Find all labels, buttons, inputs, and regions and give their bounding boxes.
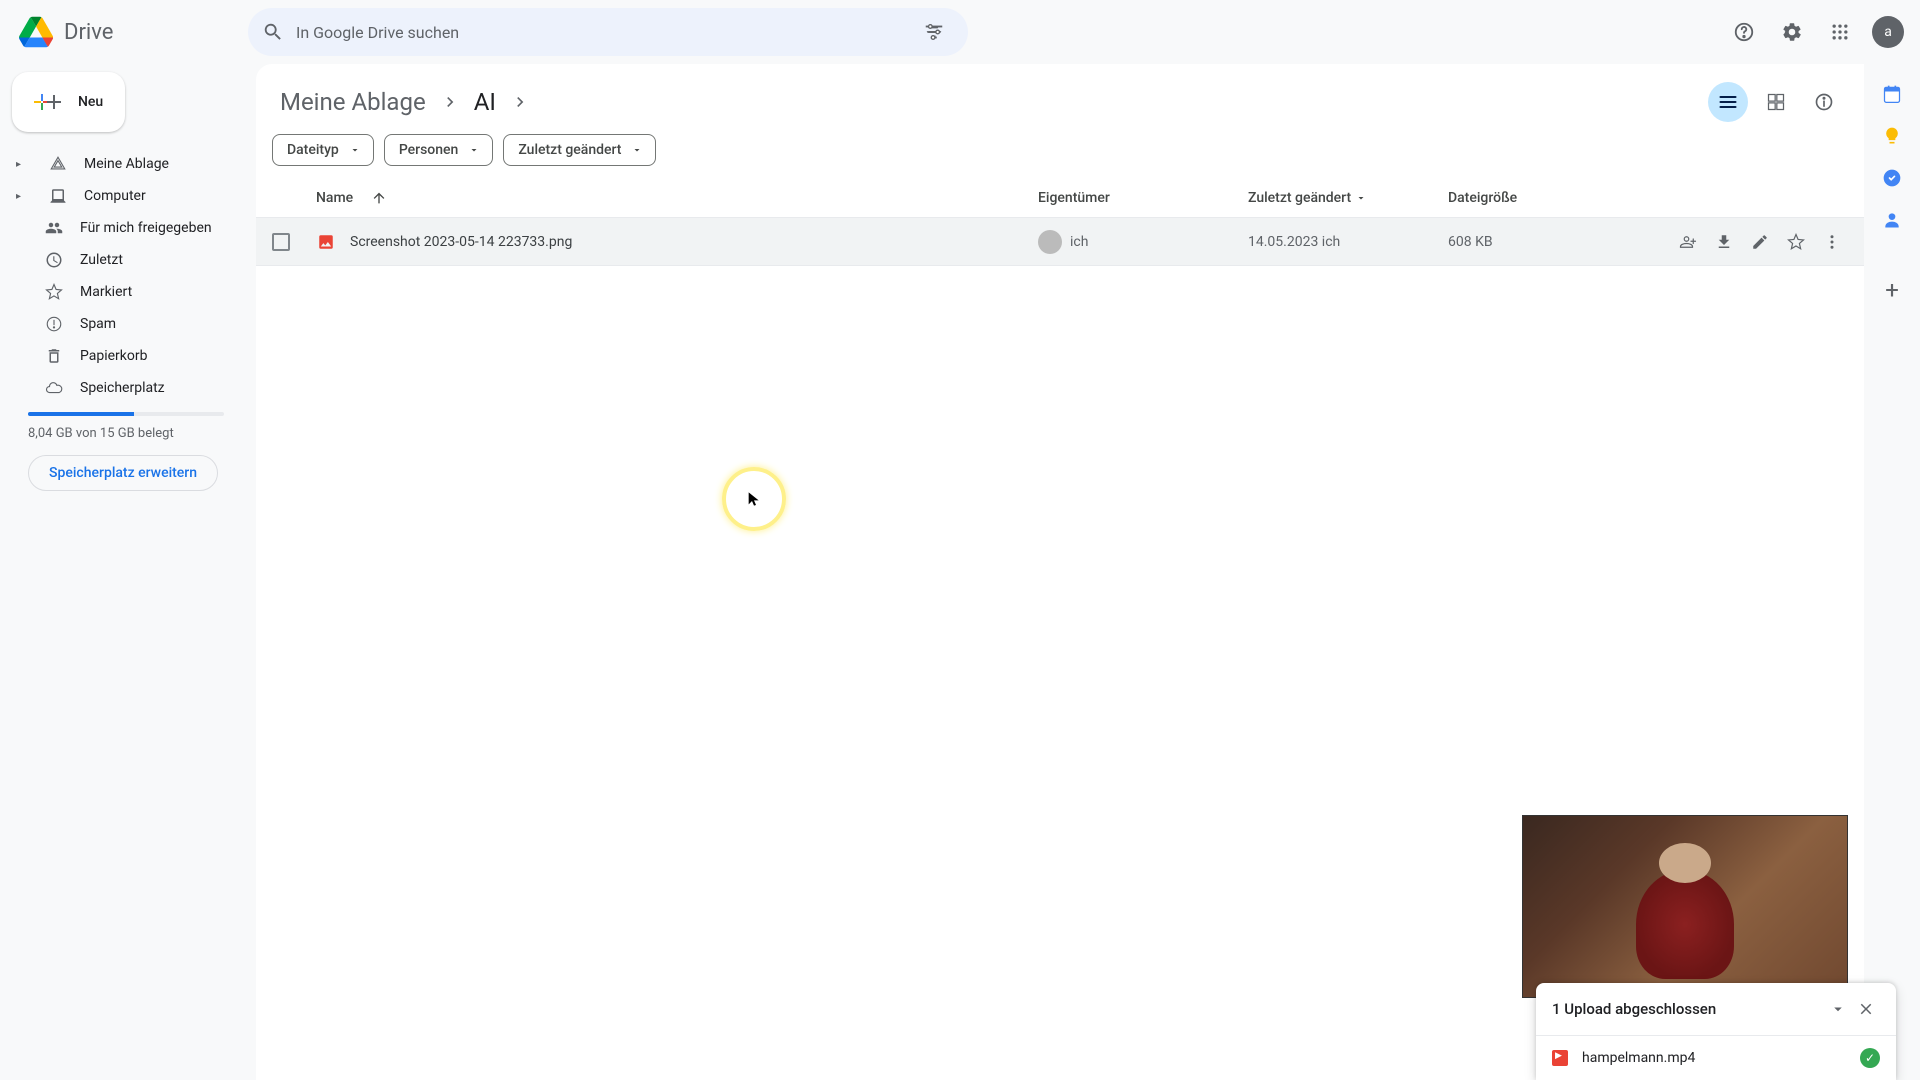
logo-area[interactable]: Drive bbox=[16, 12, 248, 52]
modified-date: 14.05.2023 ich bbox=[1248, 234, 1448, 250]
info-button[interactable] bbox=[1804, 82, 1844, 122]
keep-icon[interactable] bbox=[1882, 126, 1902, 146]
search-bar[interactable] bbox=[248, 8, 968, 56]
sidebar-item-my-drive[interactable]: ▸ Meine Ablage bbox=[12, 148, 240, 180]
upgrade-storage-button[interactable]: Speicherplatz erweitern bbox=[28, 455, 218, 491]
drive-folder-icon bbox=[48, 154, 68, 174]
grid-view-button[interactable] bbox=[1756, 82, 1796, 122]
side-panel: + bbox=[1864, 64, 1920, 1080]
search-icon bbox=[262, 21, 284, 43]
star-button[interactable] bbox=[1780, 226, 1812, 258]
sidebar-item-spam[interactable]: Spam bbox=[12, 308, 240, 340]
column-modified[interactable]: Zuletzt geändert bbox=[1248, 190, 1448, 206]
toast-title: 1 Upload abgeschlossen bbox=[1552, 1000, 1716, 1018]
header-actions: a bbox=[1724, 12, 1904, 52]
sidebar-item-label: Spam bbox=[80, 316, 116, 332]
storage-text: 8,04 GB von 15 GB belegt bbox=[28, 426, 224, 441]
toast-header: 1 Upload abgeschlossen bbox=[1536, 983, 1896, 1035]
filter-type[interactable]: Dateityp bbox=[272, 134, 374, 166]
view-controls bbox=[1708, 82, 1844, 122]
sidebar-item-label: Markiert bbox=[80, 284, 132, 300]
sidebar-item-label: Meine Ablage bbox=[84, 156, 169, 172]
owner-name: ich bbox=[1070, 234, 1088, 250]
add-addon-button[interactable]: + bbox=[1885, 276, 1899, 304]
drive-logo-icon bbox=[16, 12, 56, 52]
column-owner[interactable]: Eigentümer bbox=[1038, 190, 1248, 206]
sidebar-item-storage[interactable]: Speicherplatz bbox=[12, 372, 240, 404]
share-button[interactable] bbox=[1672, 226, 1704, 258]
spam-icon bbox=[44, 314, 64, 334]
app-name: Drive bbox=[64, 20, 113, 45]
sidebar-item-label: Computer bbox=[84, 188, 146, 204]
upload-file-row[interactable]: hampelmann.mp4 ✓ bbox=[1536, 1035, 1896, 1080]
download-button[interactable] bbox=[1708, 226, 1740, 258]
sidebar-item-label: Speicherplatz bbox=[80, 380, 165, 396]
settings-icon[interactable] bbox=[1772, 12, 1812, 52]
collapse-icon[interactable] bbox=[1824, 995, 1852, 1023]
help-icon[interactable] bbox=[1724, 12, 1764, 52]
shared-icon bbox=[44, 218, 64, 238]
computer-icon bbox=[48, 186, 68, 206]
sidebar-item-trash[interactable]: Papierkorb bbox=[12, 340, 240, 372]
clock-icon bbox=[44, 250, 64, 270]
upload-toast: 1 Upload abgeschlossen hampelmann.mp4 ✓ bbox=[1536, 983, 1896, 1080]
column-name[interactable]: Name bbox=[316, 190, 1038, 206]
sidebar-item-label: Für mich freigegeben bbox=[80, 220, 212, 236]
chevron-right-icon bbox=[510, 92, 530, 112]
breadcrumb-current[interactable]: AI bbox=[466, 84, 504, 120]
sidebar-item-recent[interactable]: Zuletzt bbox=[12, 244, 240, 276]
trash-icon bbox=[44, 346, 64, 366]
tasks-icon[interactable] bbox=[1882, 168, 1902, 188]
breadcrumb-root[interactable]: Meine Ablage bbox=[272, 84, 434, 120]
expand-icon[interactable]: ▸ bbox=[16, 191, 28, 202]
filter-people[interactable]: Personen bbox=[384, 134, 494, 166]
file-name: Screenshot 2023-05-14 223733.png bbox=[350, 234, 572, 250]
app-header: Drive a bbox=[0, 0, 1920, 64]
new-button[interactable]: Neu bbox=[12, 72, 125, 132]
sidebar-item-shared[interactable]: Für mich freigegeben bbox=[12, 212, 240, 244]
account-avatar[interactable]: a bbox=[1872, 16, 1904, 48]
search-options-icon[interactable] bbox=[914, 12, 954, 52]
image-file-icon bbox=[316, 232, 336, 252]
rename-button[interactable] bbox=[1744, 226, 1776, 258]
file-size: 608 KB bbox=[1448, 234, 1648, 250]
table-row[interactable]: Screenshot 2023-05-14 223733.png ich 14.… bbox=[256, 218, 1864, 266]
table-header: Name Eigentümer Zuletzt geändert Dateigr… bbox=[256, 178, 1864, 218]
webcam-overlay bbox=[1522, 815, 1848, 998]
upload-success-icon: ✓ bbox=[1860, 1048, 1880, 1068]
sort-asc-icon bbox=[371, 190, 387, 206]
upload-file-name: hampelmann.mp4 bbox=[1582, 1050, 1695, 1066]
more-options-button[interactable] bbox=[1816, 226, 1848, 258]
storage-section: 8,04 GB von 15 GB belegt Speicherplatz e… bbox=[12, 412, 240, 491]
calendar-icon[interactable] bbox=[1882, 84, 1902, 104]
contacts-icon[interactable] bbox=[1882, 210, 1902, 230]
star-icon bbox=[44, 282, 64, 302]
chevron-right-icon bbox=[440, 92, 460, 112]
main-header: Meine Ablage AI bbox=[256, 78, 1864, 126]
filter-modified[interactable]: Zuletzt geändert bbox=[503, 134, 656, 166]
sidebar-item-label: Zuletzt bbox=[80, 252, 123, 268]
new-button-label: Neu bbox=[78, 94, 103, 110]
filter-chips: Dateityp Personen Zuletzt geändert bbox=[256, 126, 1864, 178]
column-size[interactable]: Dateigröße bbox=[1448, 190, 1648, 206]
owner-avatar bbox=[1038, 230, 1062, 254]
expand-icon[interactable]: ▸ bbox=[16, 159, 28, 170]
sidebar-item-computers[interactable]: ▸ Computer bbox=[12, 180, 240, 212]
sidebar: Neu ▸ Meine Ablage ▸ Computer Für mich f… bbox=[0, 64, 256, 1080]
sidebar-item-starred[interactable]: Markiert bbox=[12, 276, 240, 308]
sidebar-item-label: Papierkorb bbox=[80, 348, 148, 364]
close-icon[interactable] bbox=[1852, 995, 1880, 1023]
search-input[interactable] bbox=[296, 23, 902, 42]
apps-icon[interactable] bbox=[1820, 12, 1860, 52]
storage-bar bbox=[28, 412, 224, 416]
video-file-icon bbox=[1552, 1050, 1568, 1066]
row-checkbox[interactable] bbox=[272, 233, 316, 251]
cloud-icon bbox=[44, 378, 64, 398]
list-view-button[interactable] bbox=[1708, 82, 1748, 122]
breadcrumb: Meine Ablage AI bbox=[272, 84, 530, 120]
